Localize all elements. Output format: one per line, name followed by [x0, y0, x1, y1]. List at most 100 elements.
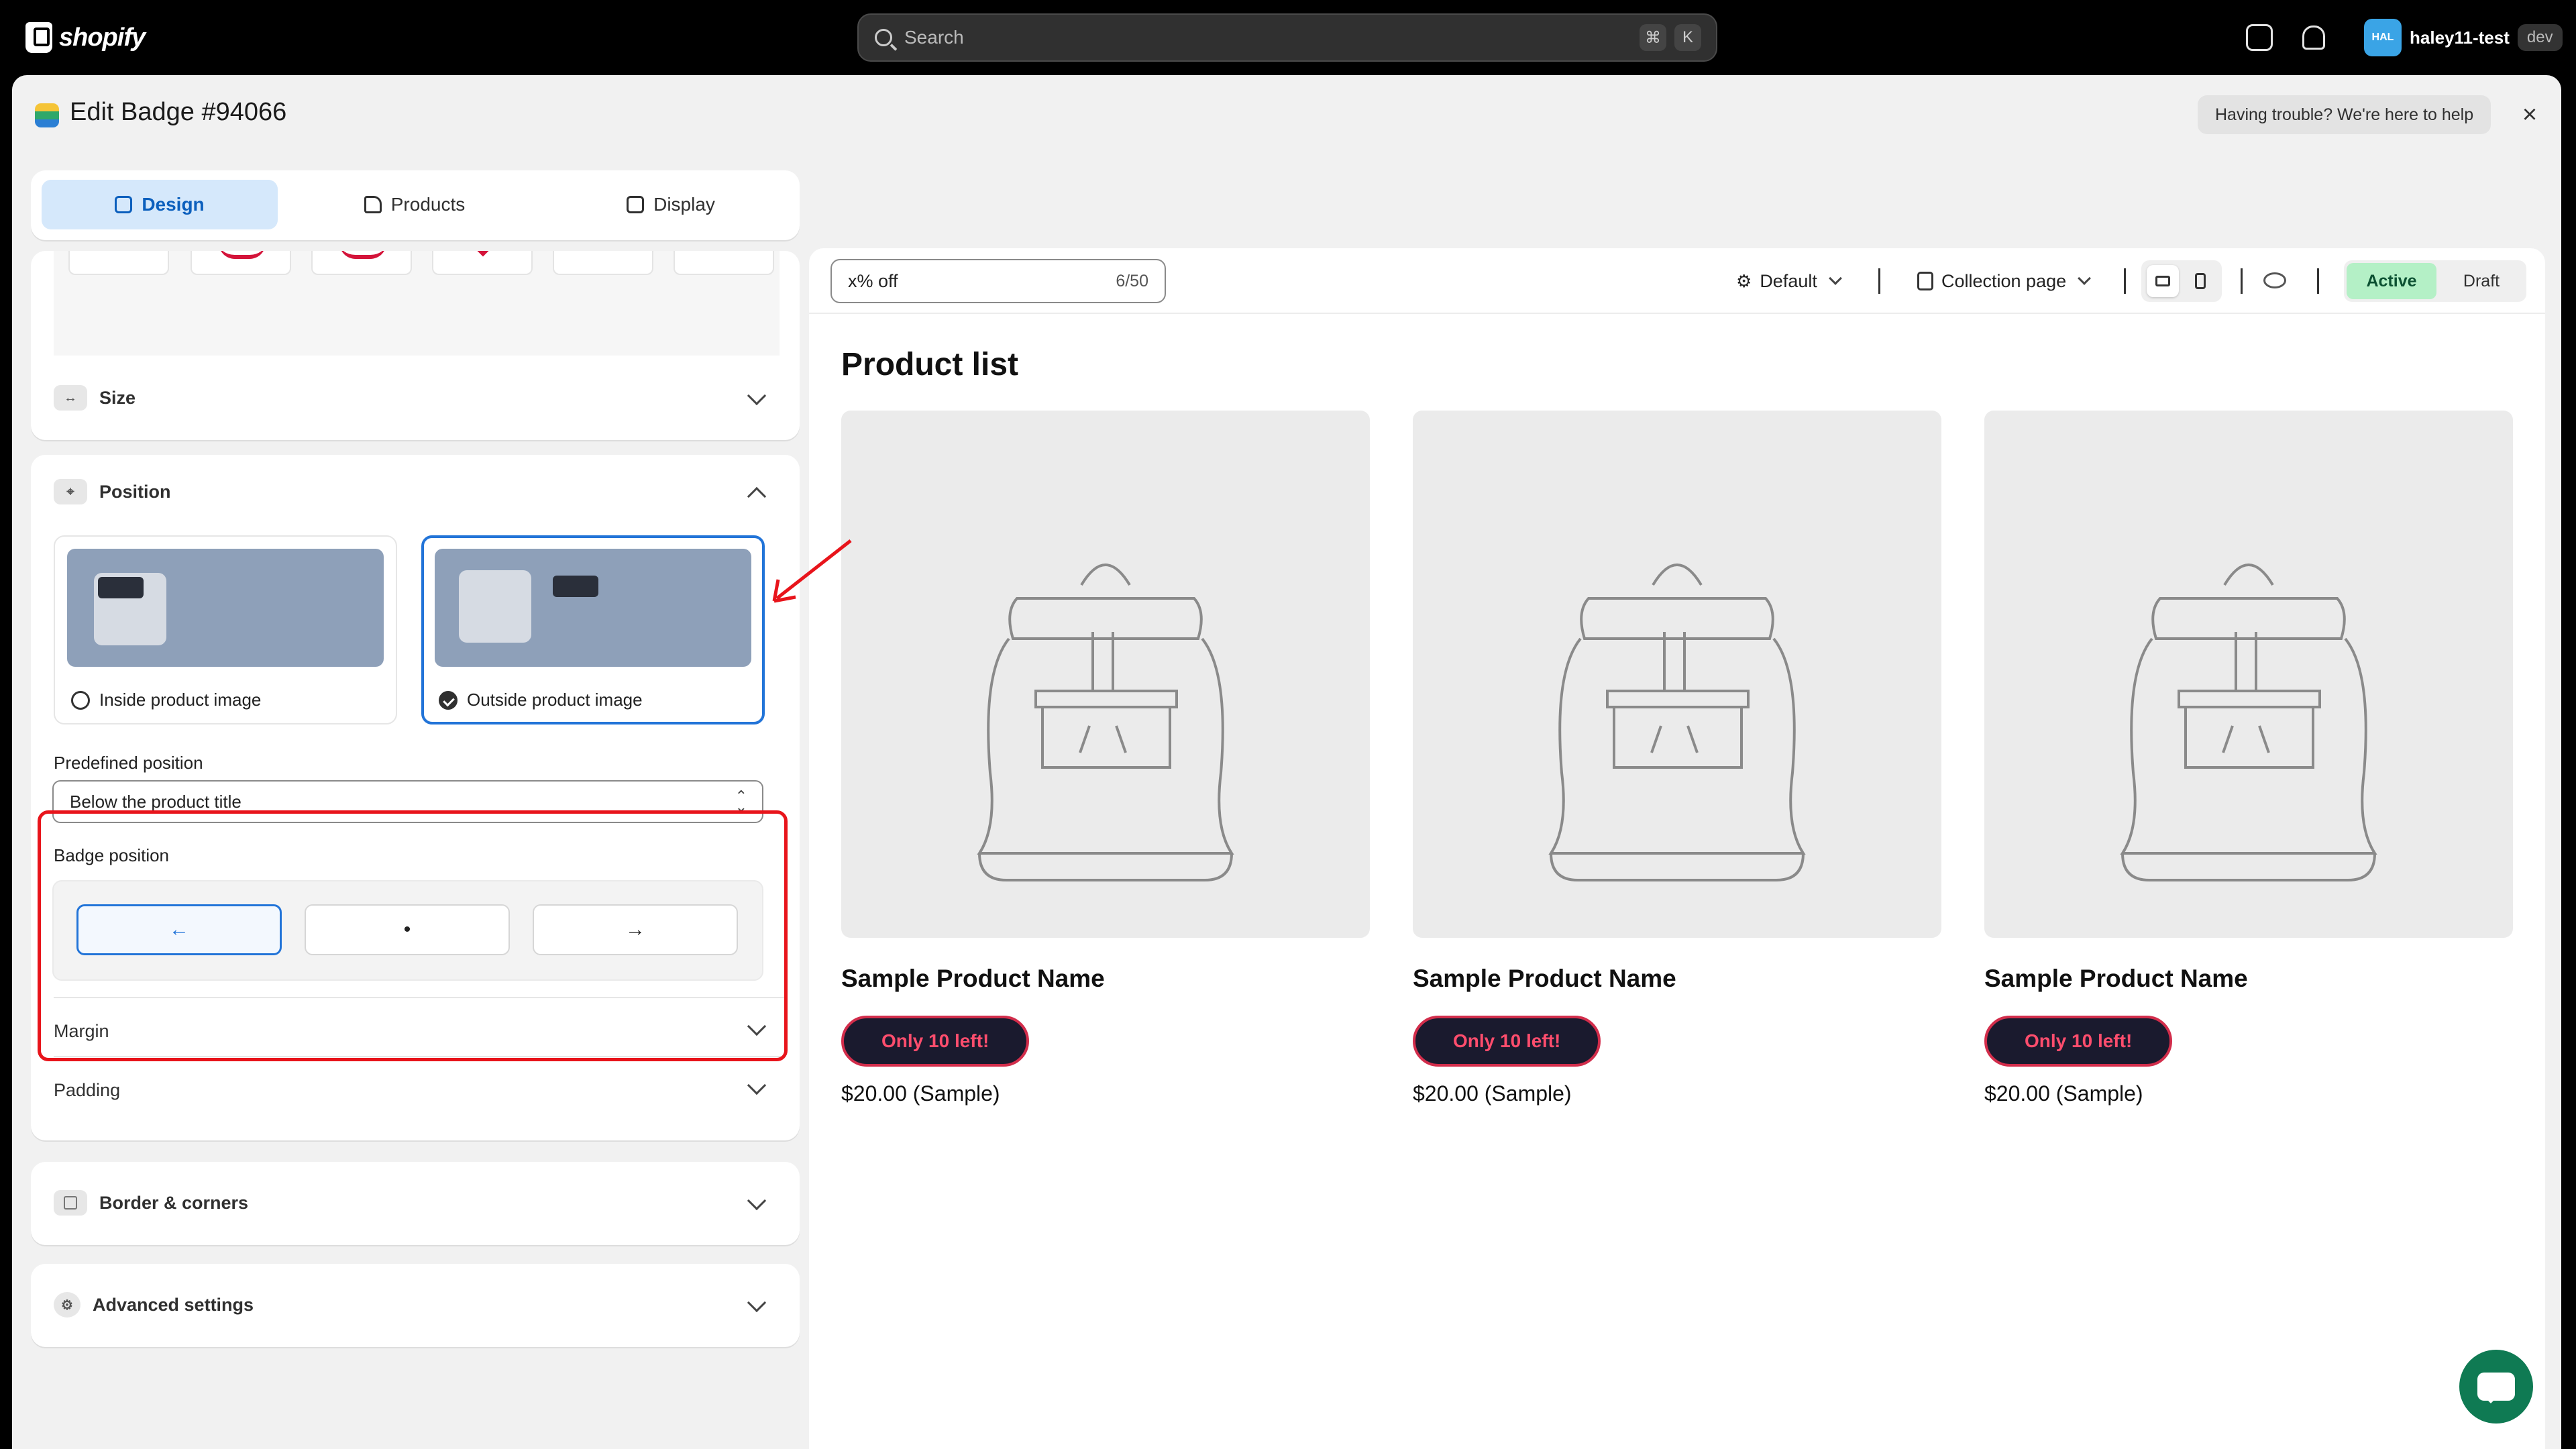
tab-label: Display	[653, 194, 715, 215]
chat-button[interactable]	[2459, 1350, 2533, 1424]
arrow-annotation	[772, 539, 852, 603]
template-item[interactable]	[674, 251, 774, 275]
chat-bubble-icon	[2477, 1373, 2515, 1403]
stock-badge: Only 10 left!	[1413, 1016, 1601, 1067]
chevron-down-icon[interactable]	[747, 386, 767, 406]
badge-text-input[interactable]: x% off 6/50	[830, 259, 1166, 303]
product-name[interactable]: Sample Product Name	[1413, 965, 1676, 993]
product-price: $20.00 (Sample)	[1413, 1081, 1572, 1106]
product-card: Sample Product Name Only 10 left! $20.00…	[841, 411, 1370, 1106]
inside-preview	[67, 549, 384, 667]
tab-design[interactable]: Design	[42, 180, 278, 229]
active-button[interactable]: Active	[2347, 263, 2436, 299]
separator	[2241, 268, 2243, 294]
shopify-bag-icon	[25, 22, 52, 53]
radio-outside[interactable]	[439, 690, 458, 710]
position-option-outside[interactable]: Outside product image	[421, 535, 765, 724]
section-label: Border & corners	[99, 1192, 249, 1213]
help-button[interactable]: Having trouble? We're here to help	[2198, 95, 2491, 134]
chevron-up-icon[interactable]	[747, 486, 767, 506]
padding-row[interactable]: Padding	[54, 1080, 785, 1101]
outside-option-label: Outside product image	[439, 690, 643, 710]
advanced-section[interactable]: ⚙ Advanced settings	[31, 1264, 800, 1347]
stock-badge: Only 10 left!	[841, 1016, 1030, 1067]
tab-display[interactable]: Display	[553, 180, 789, 229]
search-placeholder: Search	[904, 27, 964, 48]
size-header[interactable]: ↔ Size	[54, 385, 136, 411]
predefined-position-label: Predefined position	[54, 753, 203, 773]
product-card: Sample Product Name Only 10 left! $20.00…	[1413, 411, 1941, 1106]
advanced-header[interactable]: ⚙ Advanced settings	[54, 1292, 254, 1318]
product-name[interactable]: Sample Product Name	[1984, 965, 2248, 993]
badge-text-value: x% off	[848, 270, 898, 291]
image-icon	[627, 196, 645, 213]
product-image	[1413, 411, 1941, 938]
product-image	[841, 411, 1370, 938]
tab-products[interactable]: Products	[297, 180, 533, 229]
badge-preview: x% off 6/50 ⚙ Default Collection page Ac…	[809, 248, 2545, 1449]
margin-label: Margin	[54, 1021, 109, 1041]
close-icon[interactable]: ×	[2520, 102, 2540, 127]
theme-value: Default	[1760, 270, 1817, 291]
backpack-icon	[977, 564, 1234, 881]
crosshair-icon: ⌖	[54, 479, 87, 504]
position-header[interactable]: ⌖ Position	[54, 479, 171, 504]
shortcut-cmd-key: ⌘	[1640, 24, 1666, 51]
template-item[interactable]	[432, 251, 533, 275]
eye-icon[interactable]	[2263, 272, 2286, 288]
tag-icon	[364, 196, 382, 213]
search-bar[interactable]: Search ⌘ K	[857, 13, 1717, 62]
chevron-down-icon	[2078, 272, 2092, 285]
border-section[interactable]: Border & corners	[31, 1162, 800, 1245]
char-count: 6/50	[1116, 271, 1148, 290]
preview-image	[459, 570, 531, 643]
preview-badge	[98, 577, 144, 598]
user-name: haley11-test	[2410, 27, 2510, 48]
search-icon	[875, 29, 892, 46]
divider	[54, 1056, 785, 1057]
preview-badge	[553, 576, 598, 597]
align-right-button[interactable]: →	[533, 904, 738, 955]
backpack-icon	[1548, 564, 1806, 881]
page-icon	[1917, 272, 1933, 290]
position-section: ⌖ Position Inside product image Outside …	[31, 455, 800, 1140]
template-item[interactable]	[311, 251, 412, 275]
position-option-inside[interactable]: Inside product image	[54, 535, 397, 724]
theme-icon: ⚙	[1736, 270, 1752, 291]
select-value: Below the product title	[70, 791, 241, 812]
store-icon[interactable]	[2246, 24, 2273, 51]
separator	[2317, 268, 2319, 294]
page-value: Collection page	[1941, 270, 2067, 291]
size-section[interactable]: ↔ Size	[31, 356, 800, 440]
option-label: Inside product image	[99, 690, 262, 710]
border-header[interactable]: Border & corners	[54, 1190, 248, 1216]
desktop-icon[interactable]	[2147, 265, 2179, 297]
backpack-icon	[2120, 564, 2377, 881]
user-menu[interactable]: HAL haley11-test dev	[2364, 17, 2563, 58]
draft-button[interactable]: Draft	[2439, 263, 2524, 299]
align-center-button[interactable]: •	[305, 904, 510, 955]
template-item[interactable]	[191, 251, 291, 275]
option-label: Outside product image	[467, 690, 643, 710]
chevron-down-icon[interactable]	[747, 1191, 767, 1211]
template-item[interactable]	[553, 251, 653, 275]
margin-row[interactable]: Margin	[54, 1021, 785, 1042]
product-name[interactable]: Sample Product Name	[841, 965, 1105, 993]
align-left-button[interactable]: ←	[76, 904, 282, 955]
bell-icon[interactable]	[2302, 25, 2325, 50]
radio-inside[interactable]	[71, 690, 90, 710]
section-label: Advanced settings	[93, 1294, 254, 1315]
mobile-icon[interactable]	[2184, 265, 2216, 297]
separator	[1878, 268, 1880, 294]
template-item[interactable]	[68, 251, 169, 275]
theme-select[interactable]: ⚙ Default	[1736, 264, 1842, 298]
predefined-position-select[interactable]: Below the product title ⌃ ⌄	[52, 780, 763, 823]
app-panel: Edit Badge #94066 Having trouble? We're …	[12, 75, 2561, 1449]
badge-position-label: Badge position	[54, 845, 170, 865]
chevron-down-icon[interactable]	[747, 1293, 767, 1313]
shopify-logo[interactable]: shopify	[25, 20, 146, 55]
square-icon	[54, 1190, 87, 1216]
page-select[interactable]: Collection page	[1917, 264, 2092, 298]
updown-chevron-icon: ⌃ ⌄	[735, 788, 747, 815]
section-label: Size	[99, 387, 136, 408]
